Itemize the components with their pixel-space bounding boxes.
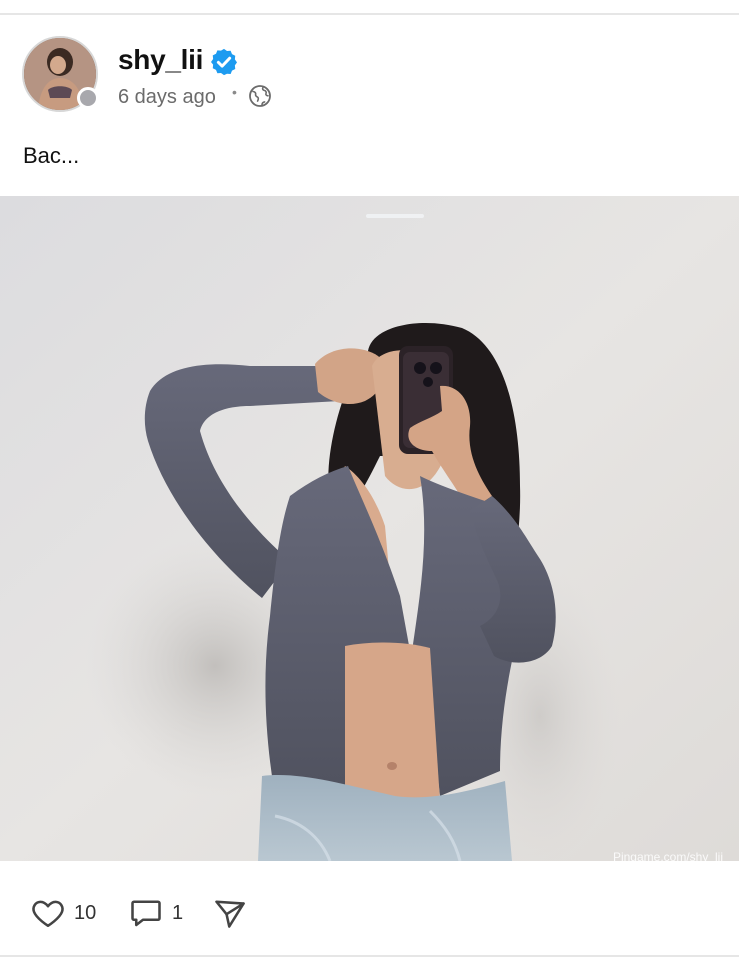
post-photo[interactable]: Pingame.com/shy_lii: [0, 196, 739, 861]
comment-button[interactable]: 1: [128, 893, 183, 933]
meta-separator: •: [232, 84, 237, 100]
globe-icon: [249, 85, 271, 107]
post-card: shy_lii 6 days ago • Bac... Pingame.com/…: [0, 0, 739, 968]
share-button[interactable]: [212, 893, 248, 933]
verified-badge-icon: [211, 48, 237, 76]
comment-icon: [131, 900, 161, 927]
like-count: 10: [74, 901, 97, 924]
author-username[interactable]: shy_lii: [118, 44, 203, 76]
post-header: shy_lii 6 days ago •: [22, 36, 722, 116]
photo-watermark: Pingame.com/shy_lii: [612, 850, 723, 861]
presence-status-dot: [77, 87, 99, 109]
top-divider: [0, 13, 739, 15]
comment-count: 1: [172, 901, 184, 924]
mirror-selfie-photo: [0, 196, 739, 861]
avatar-container[interactable]: [22, 36, 99, 112]
send-icon: [215, 900, 245, 928]
like-button[interactable]: 10: [30, 893, 96, 933]
heart-icon: [32, 900, 64, 928]
post-actions: 10 1: [30, 893, 330, 933]
post-timestamp[interactable]: 6 days ago: [118, 86, 216, 109]
post-caption[interactable]: Bac...: [23, 143, 79, 169]
bottom-divider: [0, 955, 739, 957]
